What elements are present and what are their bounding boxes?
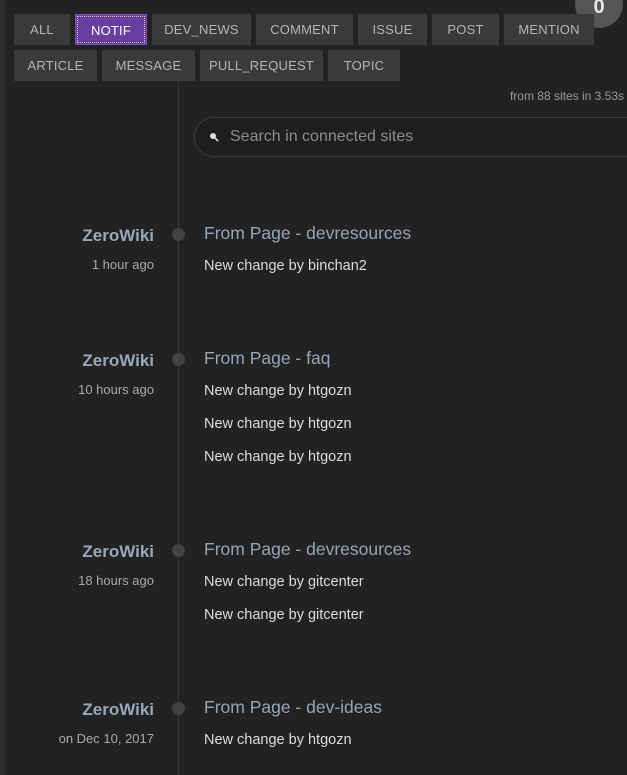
entry-change-line: New change by binchan2 xyxy=(204,258,367,274)
entry-change-line: New change by htgozn xyxy=(204,732,352,748)
filter-button-notif[interactable]: NOTIF xyxy=(75,14,147,45)
entry-change-line: New change by htgozn xyxy=(204,416,352,432)
entry-time: 18 hours ago xyxy=(78,573,154,588)
timeline-line xyxy=(178,80,179,775)
filter-button-article[interactable]: ARTICLE xyxy=(14,50,97,81)
entry-change-line: New change by htgozn xyxy=(204,449,352,465)
entry-time: 10 hours ago xyxy=(78,382,154,397)
page: 0 ALL NOTIF DEV_NEWS COMMENT ISSUE POST … xyxy=(0,0,627,775)
filter-button-comment[interactable]: COMMENT xyxy=(256,14,353,45)
entry-title[interactable]: From Page - dev-ideas xyxy=(204,697,382,718)
entry-time: 1 hour ago xyxy=(91,257,154,272)
site-name[interactable]: ZeroWiki xyxy=(82,542,154,562)
entry-change-line: New change by htgozn xyxy=(204,383,352,399)
filter-button-mention[interactable]: MENTION xyxy=(504,14,594,45)
filter-button-all[interactable]: ALL xyxy=(14,14,70,45)
entry-change-line: New change by gitcenter xyxy=(204,607,364,623)
timeline-dot xyxy=(172,353,185,366)
filter-button-message[interactable]: MESSAGE xyxy=(102,50,195,81)
timeline-dot xyxy=(172,702,185,715)
entry-title[interactable]: From Page - devresources xyxy=(204,539,411,560)
site-name[interactable]: ZeroWiki xyxy=(82,700,154,720)
filter-button-post[interactable]: POST xyxy=(432,14,499,45)
entry-title[interactable]: From Page - devresources xyxy=(204,223,411,244)
site-name[interactable]: ZeroWiki xyxy=(82,351,154,371)
site-name[interactable]: ZeroWiki xyxy=(82,226,154,246)
search-icon xyxy=(210,133,219,142)
filter-button-pull-request[interactable]: PULL_REQUEST xyxy=(200,50,323,81)
timeline-dot xyxy=(172,228,185,241)
filter-button-dev-news[interactable]: DEV_NEWS xyxy=(152,14,251,45)
filter-button-issue[interactable]: ISSUE xyxy=(358,14,427,45)
stats-text: from 88 sites in 3.53s xyxy=(509,89,624,103)
filter-button-topic[interactable]: TOPIC xyxy=(328,50,400,81)
search-box[interactable] xyxy=(194,117,627,157)
entry-change-line: New change by gitcenter xyxy=(204,574,364,590)
timeline-dot xyxy=(172,544,185,557)
entry-time: on Dec 10, 2017 xyxy=(58,731,154,746)
search-input[interactable] xyxy=(230,118,610,156)
entry-title[interactable]: From Page - faq xyxy=(204,348,330,369)
